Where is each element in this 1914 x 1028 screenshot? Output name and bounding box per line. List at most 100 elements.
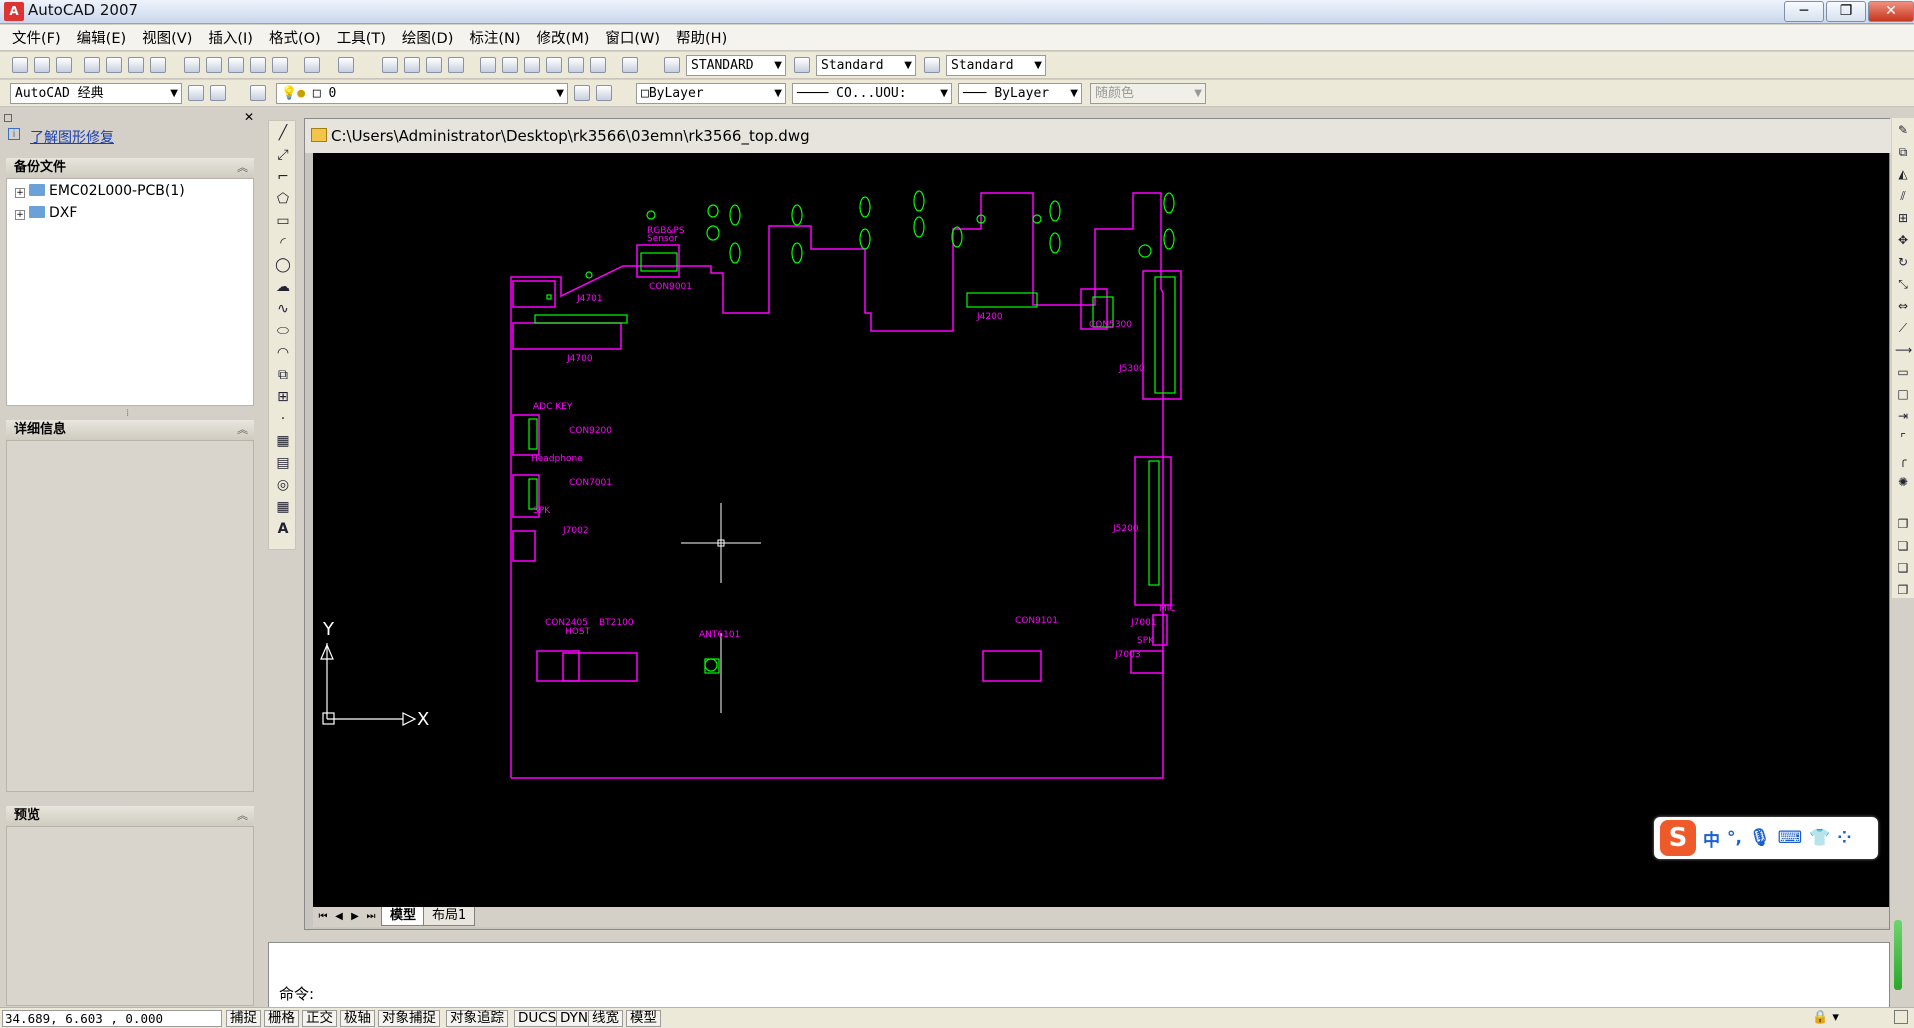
polyline-icon[interactable]: ⌐ [275,169,291,185]
make-layer-current-icon[interactable] [574,85,590,101]
draworder-front-icon[interactable]: ❐ [1895,516,1911,532]
ortho-toggle[interactable]: 正交 [302,1010,337,1027]
spline-icon[interactable]: ∿ [275,301,291,317]
offset-icon[interactable]: ⫽ [1895,188,1911,204]
model-toggle[interactable]: 模型 [626,1010,661,1027]
grid-toggle[interactable]: 栅格 [264,1010,299,1027]
mirror-icon[interactable]: ◭ [1895,166,1911,182]
menu-file[interactable]: 文件(F) [4,27,69,48]
collapse-icon[interactable]: ︽ [237,420,248,440]
lineweight-toggle[interactable]: 线宽 [588,1010,623,1027]
line-icon[interactable]: ╱ [275,125,291,141]
ime-mode-toggle[interactable]: 中 [1703,826,1720,851]
help-icon[interactable] [622,57,638,73]
menu-format[interactable]: 格式(O) [261,27,329,48]
menu-help[interactable]: 帮助(H) [668,27,735,48]
design-center-icon[interactable] [502,57,518,73]
copy-icon[interactable] [206,57,222,73]
ellipse-icon[interactable]: ⬭ [275,323,291,339]
dim-style-select[interactable]: Standard ▼ [816,55,916,76]
details-header[interactable]: 详细信息 ︽ [6,420,254,440]
status-tray-icons[interactable]: 🔒 ▾ [1812,1010,1839,1025]
menu-tools[interactable]: 工具(T) [329,27,394,48]
workspace-select[interactable]: AutoCAD 经典 ▼ [10,83,182,104]
multiline-text-icon[interactable]: A [275,521,291,537]
menu-modify[interactable]: 修改(M) [529,27,598,48]
osnap-toggle[interactable]: 对象捕捉 [378,1010,440,1027]
model-space-canvas[interactable]: RGB&PS Sensor CON9001 J4701 J4700 J4200 … [313,153,1889,907]
first-tab-icon[interactable]: ⏮ [315,909,331,925]
ellipse-arc-icon[interactable]: ◠ [275,345,291,361]
save-icon[interactable] [56,57,72,73]
array-icon[interactable]: ⊞ [1895,210,1911,226]
chamfer-icon[interactable]: ⌜ [1895,430,1911,446]
panel-close-icon[interactable]: ✕ [244,110,254,124]
match-properties-icon[interactable] [250,57,266,73]
rectangle-icon[interactable]: ▭ [275,213,291,229]
command-window[interactable]: 命令: [268,942,1890,1008]
properties-icon[interactable] [480,57,496,73]
tree-item-dxf[interactable]: + DXF [15,205,77,221]
autocad-app-icon[interactable]: A [4,2,24,21]
menu-draw[interactable]: 绘图(D) [394,27,461,48]
text-style-select[interactable]: STANDARD ▼ [686,55,786,76]
block-editor-icon[interactable] [272,57,288,73]
coordinate-readout[interactable]: 34.689, 6.603 , 0.000 [2,1010,222,1027]
text-style-icon[interactable] [664,57,680,73]
drawing-title-bar[interactable]: C:\Users\Administrator\Desktop\rk3566\03… [305,119,1891,153]
construction-line-icon[interactable]: ⤢ [275,147,291,163]
calculator-icon[interactable] [590,57,606,73]
next-tab-icon[interactable]: ▶ [347,909,363,925]
last-tab-icon[interactable]: ⏭ [363,909,379,925]
open-icon[interactable] [34,57,50,73]
layer-manager-icon[interactable] [250,85,266,101]
3d-dwf-icon[interactable] [150,57,166,73]
menu-dimension[interactable]: 标注(N) [461,27,528,48]
dyn-toggle[interactable]: DYN [556,1010,593,1027]
restore-button[interactable]: ❐ [1826,1,1866,22]
color-select[interactable]: □ByLayer ▼ [636,83,786,104]
cut-icon[interactable] [184,57,200,73]
insert-block-icon[interactable]: ⧉ [275,367,291,383]
snap-toggle[interactable]: 捕捉 [226,1010,261,1027]
close-button[interactable]: ✕ [1868,1,1914,22]
draworder-back-icon[interactable]: ❏ [1895,538,1911,554]
make-block-icon[interactable]: ⊞ [275,389,291,405]
publish-icon[interactable] [128,57,144,73]
redo-icon[interactable] [338,57,354,73]
print-preview-icon[interactable] [106,57,122,73]
zoom-previous-icon[interactable] [448,57,464,73]
arc-icon[interactable]: ◜ [275,235,291,251]
polar-toggle[interactable]: 极轴 [340,1010,375,1027]
gradient-icon[interactable]: ▤ [275,455,291,471]
tool-palettes-icon[interactable] [524,57,540,73]
dim-style-icon[interactable] [794,57,810,73]
polygon-icon[interactable]: ⬠ [275,191,291,207]
my-workspace-icon[interactable] [210,85,226,101]
move-icon[interactable]: ✥ [1895,232,1911,248]
copy-object-icon[interactable]: ⧉ [1895,144,1911,160]
break-at-point-icon[interactable]: ▭ [1895,364,1911,380]
stretch-icon[interactable]: ⇔ [1895,298,1911,314]
menu-view[interactable]: 视图(V) [134,27,200,48]
prev-tab-icon[interactable]: ◀ [331,909,347,925]
table-icon[interactable]: ▦ [275,499,291,515]
break-icon[interactable]: □ [1895,386,1911,402]
clean-screen-icon[interactable] [1894,1010,1908,1024]
layer-previous-icon[interactable] [596,85,612,101]
microphone-icon[interactable]: 🎙 [1749,828,1771,848]
draworder-under-icon[interactable]: ❒ [1895,582,1911,598]
trim-icon[interactable]: ⟋ [1895,320,1911,336]
menu-insert[interactable]: 插入(I) [200,27,261,48]
hatch-icon[interactable]: ▦ [275,433,291,449]
revision-cloud-icon[interactable]: ☁ [275,279,291,295]
skin-shirt-icon[interactable]: 👕 [1809,828,1830,848]
paste-icon[interactable] [228,57,244,73]
table-style-icon[interactable] [924,57,940,73]
markup-icon[interactable] [568,57,584,73]
tab-model[interactable]: 模型 [381,907,426,926]
rotate-icon[interactable]: ↻ [1895,254,1911,270]
ime-punct-toggle[interactable]: °, [1727,828,1742,848]
collapse-icon[interactable]: ︽ [237,158,248,178]
otrack-toggle[interactable]: 对象追踪 [446,1010,508,1027]
